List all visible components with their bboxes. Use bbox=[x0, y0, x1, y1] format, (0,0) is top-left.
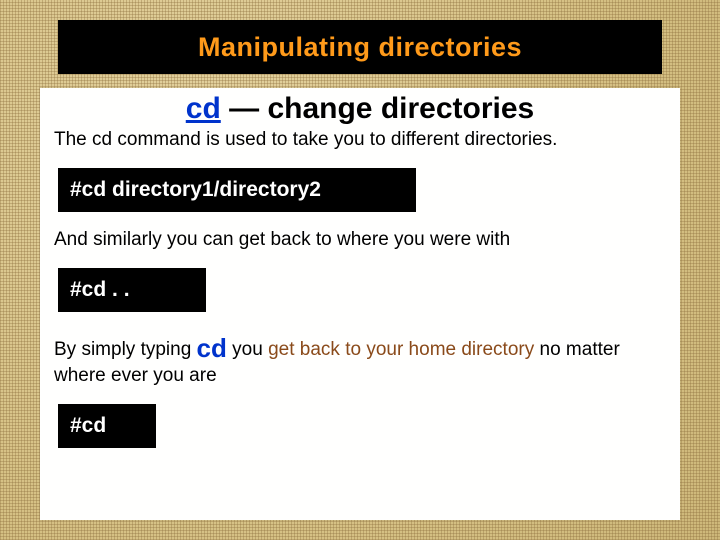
p1-command: cd bbox=[92, 129, 112, 150]
paragraph-2: And similarly you can get back to where … bbox=[54, 228, 666, 252]
spacer bbox=[40, 326, 680, 330]
paragraph-1: The cd command is used to take you to di… bbox=[54, 128, 666, 152]
code-block-2: #cd . . bbox=[58, 268, 206, 312]
p1-text-a: The bbox=[54, 129, 92, 150]
heading-text: — change directories bbox=[221, 92, 534, 125]
code-1-text: #cd directory1/directory2 bbox=[70, 178, 321, 201]
slide: Manipulating directories cd — change dir… bbox=[0, 0, 720, 540]
p3-command: cd bbox=[197, 333, 227, 363]
p3-highlight: get back to your home directory bbox=[268, 339, 534, 360]
code-3-text: #cd bbox=[70, 414, 106, 437]
code-block-1: #cd directory1/directory2 bbox=[58, 168, 416, 212]
slide-title: Manipulating directories bbox=[198, 32, 522, 63]
code-block-3: #cd bbox=[58, 404, 156, 448]
p2-text: And similarly you can get back to where … bbox=[54, 229, 510, 250]
section-heading: cd — change directories bbox=[40, 92, 680, 126]
title-bar: Manipulating directories bbox=[58, 20, 662, 74]
p1-text-b: command is used to take you to different… bbox=[112, 129, 557, 150]
p3-text-a: By simply typing bbox=[54, 339, 197, 360]
paragraph-3: By simply typing cd you get back to your… bbox=[54, 332, 666, 388]
p3-text-b: you bbox=[227, 339, 268, 360]
content-panel: cd — change directories The cd command i… bbox=[40, 88, 680, 520]
heading-command: cd bbox=[186, 92, 221, 125]
code-2-text: #cd . . bbox=[70, 278, 130, 301]
